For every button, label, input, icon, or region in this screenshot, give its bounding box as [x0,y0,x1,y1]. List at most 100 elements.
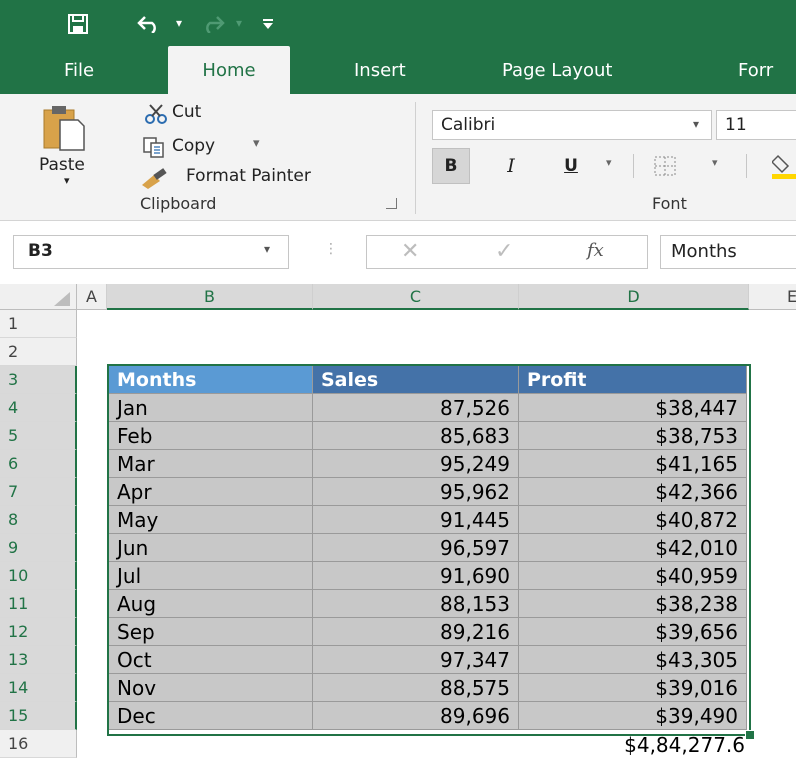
tab-insert[interactable]: Insert [354,46,406,94]
copy-label: Copy [172,136,216,156]
formula-input[interactable]: Months [660,235,796,269]
row-header-14[interactable]: 14 [0,674,77,702]
table-cell-sales[interactable]: 95,962 [313,478,519,506]
cut-button[interactable]: Cut [138,102,258,126]
fill-handle[interactable] [745,730,755,740]
table-cell-sales[interactable]: 87,526 [313,394,519,422]
tab-page-layout[interactable]: Page Layout [502,46,613,94]
row-header-7[interactable]: 7 [0,478,77,506]
column-header-e[interactable]: E [749,284,796,310]
customize-qat-icon[interactable] [262,18,274,30]
row-header-8[interactable]: 8 [0,506,77,534]
table-cell-profit[interactable]: $40,959 [519,562,747,590]
table-cell-profit[interactable]: $41,165 [519,450,747,478]
table-cell-profit[interactable]: $39,016 [519,674,747,702]
table-cell-sales[interactable]: 89,216 [313,618,519,646]
underline-button[interactable]: U [556,148,586,184]
table-cell-month[interactable]: Feb [109,422,313,450]
font-name-combobox[interactable]: Calibri ▾ [432,110,712,140]
table-cell-sales[interactable]: 91,445 [313,506,519,534]
format-painter-label: Format Painter [186,166,311,186]
table-header-profit[interactable]: Profit [519,366,747,394]
name-box[interactable]: B3 ▾ [13,235,289,269]
table-cell-profit[interactable]: $43,305 [519,646,747,674]
table-cell-profit[interactable]: $42,010 [519,534,747,562]
row-header-4[interactable]: 4 [0,394,77,422]
table-header-sales[interactable]: Sales [313,366,519,394]
table-cell-month[interactable]: Jan [109,394,313,422]
format-painter-button[interactable]: Format Painter [138,166,398,190]
table-cell-sales[interactable]: 88,575 [313,674,519,702]
table-cell-sales[interactable]: 95,249 [313,450,519,478]
table-cell-profit[interactable]: $42,366 [519,478,747,506]
underline-dropdown-icon[interactable]: ▾ [606,156,612,169]
row-header-12[interactable]: 12 [0,618,77,646]
tab-file[interactable]: File [64,46,94,94]
column-header-d[interactable]: D [519,284,749,310]
table-cell-profit[interactable]: $39,490 [519,702,747,730]
column-header-a[interactable]: A [77,284,107,310]
save-icon[interactable] [68,14,88,34]
paste-dropdown-icon[interactable]: ▾ [64,174,70,187]
table-cell-month[interactable]: Jul [109,562,313,590]
paste-button[interactable]: Paste ▾ [36,100,116,187]
italic-button[interactable]: I [496,148,526,184]
cancel-icon[interactable]: ✕ [401,239,419,264]
font-name-dropdown-icon[interactable]: ▾ [693,117,699,131]
font-size-combobox[interactable]: 11 [716,110,796,140]
table-cell-profit[interactable]: $38,447 [519,394,747,422]
tab-formulas[interactable]: Forr [738,46,773,94]
fill-color-icon[interactable] [772,152,796,180]
row-header-6[interactable]: 6 [0,450,77,478]
table-cell-month[interactable]: Nov [109,674,313,702]
copy-button[interactable]: Copy ▾ [138,134,278,158]
name-box-dropdown-icon[interactable]: ▾ [264,242,270,256]
table-cell-month[interactable]: Mar [109,450,313,478]
undo-icon[interactable] [136,15,162,33]
table-cell-month[interactable]: May [109,506,313,534]
row-header-16[interactable]: 16 [0,730,77,758]
table-cell-month[interactable]: Aug [109,590,313,618]
borders-icon[interactable] [654,156,676,176]
insert-function-icon[interactable]: fx [587,240,604,261]
undo-dropdown-icon[interactable]: ▾ [176,9,182,37]
select-all-corner[interactable] [0,284,77,310]
row-header-13[interactable]: 13 [0,646,77,674]
table-cell-sales[interactable]: 91,690 [313,562,519,590]
row-header-15[interactable]: 15 [0,702,77,730]
column-header-c[interactable]: C [313,284,519,310]
row-header-1[interactable]: 1 [0,310,77,338]
table-cell-month[interactable]: Jun [109,534,313,562]
row-header-11[interactable]: 11 [0,590,77,618]
table-cell-month[interactable]: Dec [109,702,313,730]
bold-button[interactable]: B [432,148,470,184]
table-cell-profit[interactable]: $38,238 [519,590,747,618]
row-header-9[interactable]: 9 [0,534,77,562]
quick-access-toolbar: ▾ ▾ [0,0,796,46]
column-header-b[interactable]: B [107,284,313,310]
table-cell-sales[interactable]: 96,597 [313,534,519,562]
table-cell-profit[interactable]: $38,753 [519,422,747,450]
table-cell-month[interactable]: Oct [109,646,313,674]
row-header-5[interactable]: 5 [0,422,77,450]
clipboard-launcher-icon[interactable] [386,198,397,209]
table-cell-sales[interactable]: 97,347 [313,646,519,674]
table-cell-sales[interactable]: 88,153 [313,590,519,618]
row-header-2[interactable]: 2 [0,338,77,366]
table-cell-sales[interactable]: 89,696 [313,702,519,730]
toolbar-separator [633,154,634,178]
tab-home[interactable]: Home [168,46,290,94]
table-cell-profit[interactable]: $39,656 [519,618,747,646]
row-header-10[interactable]: 10 [0,562,77,590]
table-cell-month[interactable]: Apr [109,478,313,506]
table-cell-month[interactable]: Sep [109,618,313,646]
row-header-3[interactable]: 3 [0,366,77,394]
total-cell[interactable]: $4,84,277.6 [519,730,745,758]
copy-icon [143,137,164,158]
table-header-months[interactable]: Months [109,366,313,394]
copy-dropdown-icon[interactable]: ▾ [253,136,260,151]
borders-dropdown-icon[interactable]: ▾ [712,156,718,169]
table-cell-profit[interactable]: $40,872 [519,506,747,534]
table-cell-sales[interactable]: 85,683 [313,422,519,450]
enter-icon[interactable]: ✓ [495,239,513,264]
